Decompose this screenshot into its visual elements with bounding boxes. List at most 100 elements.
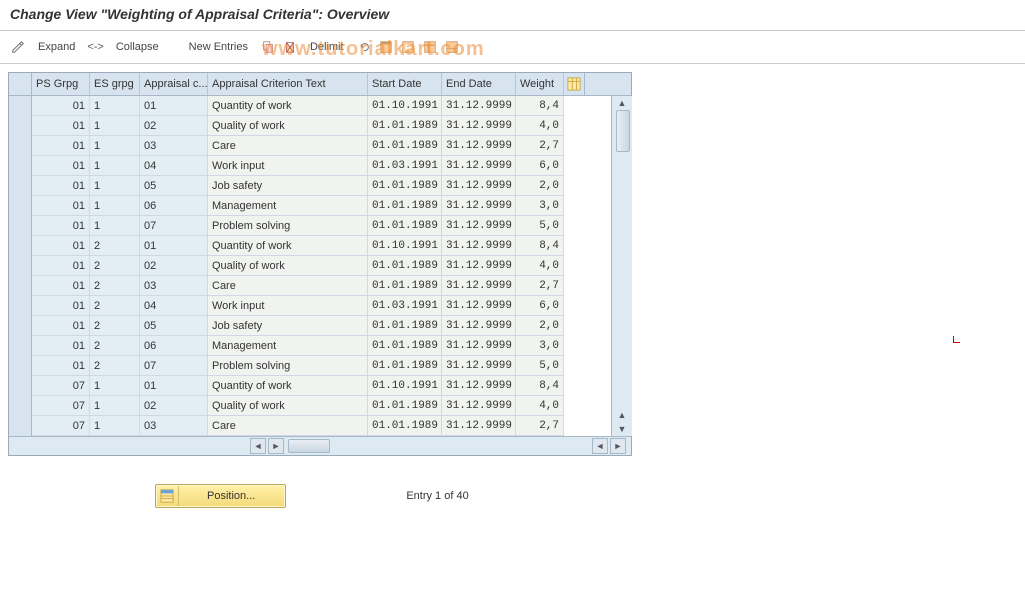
cell-start[interactable]: 01.01.1989 [368, 276, 442, 296]
cell-weight[interactable]: 3,0 [516, 196, 564, 216]
cell-ps[interactable]: 01 [32, 276, 90, 296]
cell-ac[interactable]: 05 [140, 316, 208, 336]
cell-ac[interactable]: 01 [140, 236, 208, 256]
row-selector[interactable] [9, 316, 32, 336]
cell-start[interactable]: 01.01.1989 [368, 216, 442, 236]
cell-end[interactable]: 31.12.9999 [442, 236, 516, 256]
cell-es[interactable]: 1 [90, 176, 140, 196]
table-row[interactable]: 01107Problem solving01.01.198931.12.9999… [9, 216, 611, 236]
cell-start[interactable]: 01.10.1991 [368, 236, 442, 256]
cell-weight[interactable]: 2,7 [516, 416, 564, 436]
row-selector[interactable] [9, 376, 32, 396]
cell-ps[interactable]: 01 [32, 216, 90, 236]
deselect-all-icon[interactable] [400, 39, 416, 55]
cell-es[interactable]: 1 [90, 116, 140, 136]
cell-ac[interactable]: 03 [140, 416, 208, 436]
col-ps[interactable]: PS Grpg [32, 73, 90, 95]
cell-start[interactable]: 01.03.1991 [368, 296, 442, 316]
select-all-icon[interactable] [378, 39, 394, 55]
cell-end[interactable]: 31.12.9999 [442, 196, 516, 216]
position-button[interactable]: Position... [155, 484, 286, 508]
cell-start[interactable]: 01.01.1989 [368, 336, 442, 356]
cell-text[interactable]: Quantity of work [208, 96, 368, 116]
row-selector[interactable] [9, 276, 32, 296]
cell-text[interactable]: Work input [208, 156, 368, 176]
cell-weight[interactable]: 3,0 [516, 336, 564, 356]
cell-weight[interactable]: 6,0 [516, 156, 564, 176]
cell-ac[interactable]: 02 [140, 256, 208, 276]
cell-start[interactable]: 01.01.1989 [368, 256, 442, 276]
horizontal-scrollbar[interactable]: ◄ ► ◄ ► [9, 436, 631, 455]
cell-text[interactable]: Quantity of work [208, 236, 368, 256]
cell-end[interactable]: 31.12.9999 [442, 156, 516, 176]
scroll-track[interactable] [615, 110, 629, 408]
collapse-button[interactable]: Collapse [110, 41, 165, 53]
cell-start[interactable]: 01.01.1989 [368, 316, 442, 336]
cell-start[interactable]: 01.10.1991 [368, 376, 442, 396]
cell-ps[interactable]: 07 [32, 416, 90, 436]
row-selector[interactable] [9, 236, 32, 256]
col-start[interactable]: Start Date [368, 73, 442, 95]
cell-text[interactable]: Care [208, 416, 368, 436]
row-selector[interactable] [9, 356, 32, 376]
row-selector[interactable] [9, 396, 32, 416]
cell-end[interactable]: 31.12.9999 [442, 256, 516, 276]
customize-icon[interactable] [10, 39, 26, 55]
col-weight[interactable]: Weight [516, 73, 564, 95]
cell-start[interactable]: 01.01.1989 [368, 396, 442, 416]
row-selector[interactable] [9, 256, 32, 276]
col-text[interactable]: Appraisal Criterion Text [208, 73, 368, 95]
scroll-up-icon[interactable]: ▲ [615, 96, 629, 110]
cell-es[interactable]: 1 [90, 416, 140, 436]
cell-weight[interactable]: 8,4 [516, 96, 564, 116]
cell-text[interactable]: Quality of work [208, 256, 368, 276]
table-row[interactable]: 01206Management01.01.198931.12.99993,0 [9, 336, 611, 356]
cell-text[interactable]: Care [208, 136, 368, 156]
cell-weight[interactable]: 8,4 [516, 376, 564, 396]
row-selector[interactable] [9, 196, 32, 216]
cell-text[interactable]: Care [208, 276, 368, 296]
table-row[interactable]: 01105Job safety01.01.198931.12.99992,0 [9, 176, 611, 196]
cell-weight[interactable]: 4,0 [516, 396, 564, 416]
cell-text[interactable]: Problem solving [208, 216, 368, 236]
cell-end[interactable]: 31.12.9999 [442, 296, 516, 316]
cell-ps[interactable]: 07 [32, 376, 90, 396]
table-row[interactable]: 01205Job safety01.01.198931.12.99992,0 [9, 316, 611, 336]
cell-ac[interactable]: 02 [140, 396, 208, 416]
row-selector-header[interactable] [9, 73, 32, 95]
delete-icon[interactable] [282, 39, 298, 55]
row-selector[interactable] [9, 176, 32, 196]
cell-ac[interactable]: 06 [140, 336, 208, 356]
cell-ac[interactable]: 07 [140, 216, 208, 236]
cell-end[interactable]: 31.12.9999 [442, 396, 516, 416]
cell-end[interactable]: 31.12.9999 [442, 136, 516, 156]
cell-weight[interactable]: 2,7 [516, 276, 564, 296]
cell-ps[interactable]: 01 [32, 136, 90, 156]
cell-end[interactable]: 31.12.9999 [442, 316, 516, 336]
row-selector[interactable] [9, 216, 32, 236]
table-row[interactable]: 01101Quantity of work01.10.199131.12.999… [9, 96, 611, 116]
cell-weight[interactable]: 5,0 [516, 216, 564, 236]
row-selector[interactable] [9, 156, 32, 176]
cell-es[interactable]: 2 [90, 356, 140, 376]
table-row[interactable]: 01106Management01.01.198931.12.99993,0 [9, 196, 611, 216]
table-settings-icon[interactable] [422, 39, 438, 55]
cell-ps[interactable]: 01 [32, 316, 90, 336]
cell-start[interactable]: 01.10.1991 [368, 96, 442, 116]
cell-ac[interactable]: 06 [140, 196, 208, 216]
cell-ac[interactable]: 03 [140, 136, 208, 156]
cell-ps[interactable]: 01 [32, 236, 90, 256]
cell-end[interactable]: 31.12.9999 [442, 176, 516, 196]
col-end[interactable]: End Date [442, 73, 516, 95]
hscroll-left-icon[interactable]: ◄ [250, 438, 266, 454]
cell-es[interactable]: 1 [90, 196, 140, 216]
table-row[interactable]: 01102Quality of work01.01.198931.12.9999… [9, 116, 611, 136]
cell-ac[interactable]: 01 [140, 96, 208, 116]
col-ac[interactable]: Appraisal c... [140, 73, 208, 95]
cell-weight[interactable]: 5,0 [516, 356, 564, 376]
cell-text[interactable]: Work input [208, 296, 368, 316]
cell-weight[interactable]: 4,0 [516, 256, 564, 276]
hscroll-left2-icon[interactable]: ◄ [592, 438, 608, 454]
table-row[interactable]: 01103Care01.01.198931.12.99992,7 [9, 136, 611, 156]
new-entries-button[interactable]: New Entries [183, 41, 254, 53]
